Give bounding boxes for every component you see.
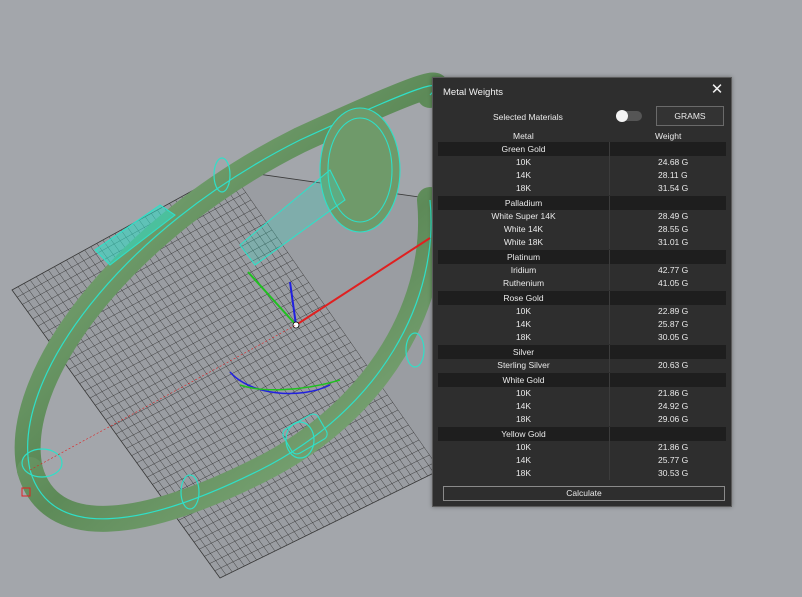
table-row: White Super 14K 28.49 G xyxy=(438,210,726,223)
metal-group-weight-cell xyxy=(610,196,726,210)
alloy-name: 14K xyxy=(438,400,610,413)
alloy-weight: 24.68 G xyxy=(658,157,689,167)
alloy-weight: 21.86 G xyxy=(658,388,689,398)
alloy-name: 18K xyxy=(438,182,610,195)
alloy-weight: 41.05 G xyxy=(658,278,689,288)
table-row: 10K 21.86 G xyxy=(438,441,726,454)
metal-group-weight-cell xyxy=(610,291,726,305)
alloy-weight: 21.86 G xyxy=(658,442,689,452)
calculate-button[interactable]: Calculate xyxy=(443,486,725,501)
table-row: Iridium 42.77 G xyxy=(438,264,726,277)
metal-group-weight-cell xyxy=(610,345,726,359)
table-row: Ruthenium 41.05 G xyxy=(438,277,726,290)
metal-group-name: White Gold xyxy=(438,373,610,387)
metal-group-name: Rose Gold xyxy=(438,291,610,305)
alloy-name: Ruthenium xyxy=(438,277,610,290)
alloy-name: 10K xyxy=(438,441,610,454)
metal-group-name: Yellow Gold xyxy=(438,427,610,441)
panel-title: Metal Weights xyxy=(443,87,504,98)
alloy-name: 14K xyxy=(438,318,610,331)
alloy-name: White 14K xyxy=(438,223,610,236)
table-row: 18K 29.06 G xyxy=(438,413,726,426)
metal-group-weight-cell xyxy=(610,142,726,156)
alloy-weight: 24.92 G xyxy=(658,401,689,411)
metal-group-header: Palladium xyxy=(438,196,726,210)
alloy-weight: 22.89 G xyxy=(658,306,689,316)
metal-group-weight-cell xyxy=(610,427,726,441)
alloy-weight: 28.49 G xyxy=(658,211,689,221)
table-row: 14K 24.92 G xyxy=(438,400,726,413)
alloy-name: 18K xyxy=(438,331,610,344)
table-row: 14K 28.11 G xyxy=(438,169,726,182)
alloy-weight: 31.54 G xyxy=(658,183,689,193)
table-row: 14K 25.77 G xyxy=(438,454,726,467)
table-row: 14K 25.87 G xyxy=(438,318,726,331)
alloy-name: 18K xyxy=(438,467,610,480)
alloy-name: 10K xyxy=(438,387,610,400)
close-icon[interactable]: ✕ xyxy=(709,82,725,98)
metal-group-weight-cell xyxy=(610,373,726,387)
alloy-weight: 30.53 G xyxy=(658,468,689,478)
alloy-name: 18K xyxy=(438,413,610,426)
alloy-name: Iridium xyxy=(438,264,610,277)
metal-group-header: Yellow Gold xyxy=(438,427,726,441)
alloy-weight: 31.01 G xyxy=(658,237,689,247)
alloy-weight: 25.87 G xyxy=(658,319,689,329)
selected-materials-label: Selected Materials xyxy=(493,112,563,122)
metal-group-header: Platinum xyxy=(438,250,726,264)
alloy-weight: 42.77 G xyxy=(658,265,689,275)
alloy-name: 10K xyxy=(438,156,610,169)
column-header-weight: Weight xyxy=(655,131,682,141)
alloy-name: Sterling Silver xyxy=(438,359,610,372)
table-row: 18K 30.53 G xyxy=(438,467,726,480)
table-row: 18K 30.05 G xyxy=(438,331,726,344)
metal-group-name: Silver xyxy=(438,345,610,359)
table-row: 10K 24.68 G xyxy=(438,156,726,169)
alloy-weight: 20.63 G xyxy=(658,360,689,370)
metal-group-name: Green Gold xyxy=(438,142,610,156)
table-row: White 14K 28.55 G xyxy=(438,223,726,236)
alloy-weight: 28.55 G xyxy=(658,224,689,234)
selected-materials-toggle[interactable] xyxy=(616,110,642,122)
metal-group-name: Palladium xyxy=(438,196,610,210)
metal-group-header: Silver xyxy=(438,345,726,359)
table-row: 10K 21.86 G xyxy=(438,387,726,400)
alloy-weight: 30.05 G xyxy=(658,332,689,342)
metal-group-weight-cell xyxy=(610,250,726,264)
alloy-name: White 18K xyxy=(438,236,610,249)
alloy-weight: 29.06 G xyxy=(658,414,689,424)
toggle-knob xyxy=(616,110,628,122)
alloy-name: White Super 14K xyxy=(438,210,610,223)
metal-group-name: Platinum xyxy=(438,250,610,264)
metal-group-header: White Gold xyxy=(438,373,726,387)
column-header-metal: Metal xyxy=(513,131,534,141)
metal-group-header: Green Gold xyxy=(438,142,726,156)
alloy-name: 14K xyxy=(438,169,610,182)
table-row: Sterling Silver 20.63 G xyxy=(438,359,726,372)
alloy-name: 14K xyxy=(438,454,610,467)
table-row: White 18K 31.01 G xyxy=(438,236,726,249)
alloy-weight: 25.77 G xyxy=(658,455,689,465)
alloy-weight: 28.11 G xyxy=(658,170,688,180)
table-row: 18K 31.54 G xyxy=(438,182,726,195)
alloy-name: 10K xyxy=(438,305,610,318)
metal-group-header: Rose Gold xyxy=(438,291,726,305)
metal-weights-panel: Metal Weights ✕ Selected Materials GRAMS… xyxy=(432,77,732,507)
weights-table: Green Gold 10K 24.68 G 14K 28.11 G 18K 31.54 G… xyxy=(438,141,726,480)
units-button[interactable]: GRAMS xyxy=(656,106,724,126)
table-row: 10K 22.89 G xyxy=(438,305,726,318)
